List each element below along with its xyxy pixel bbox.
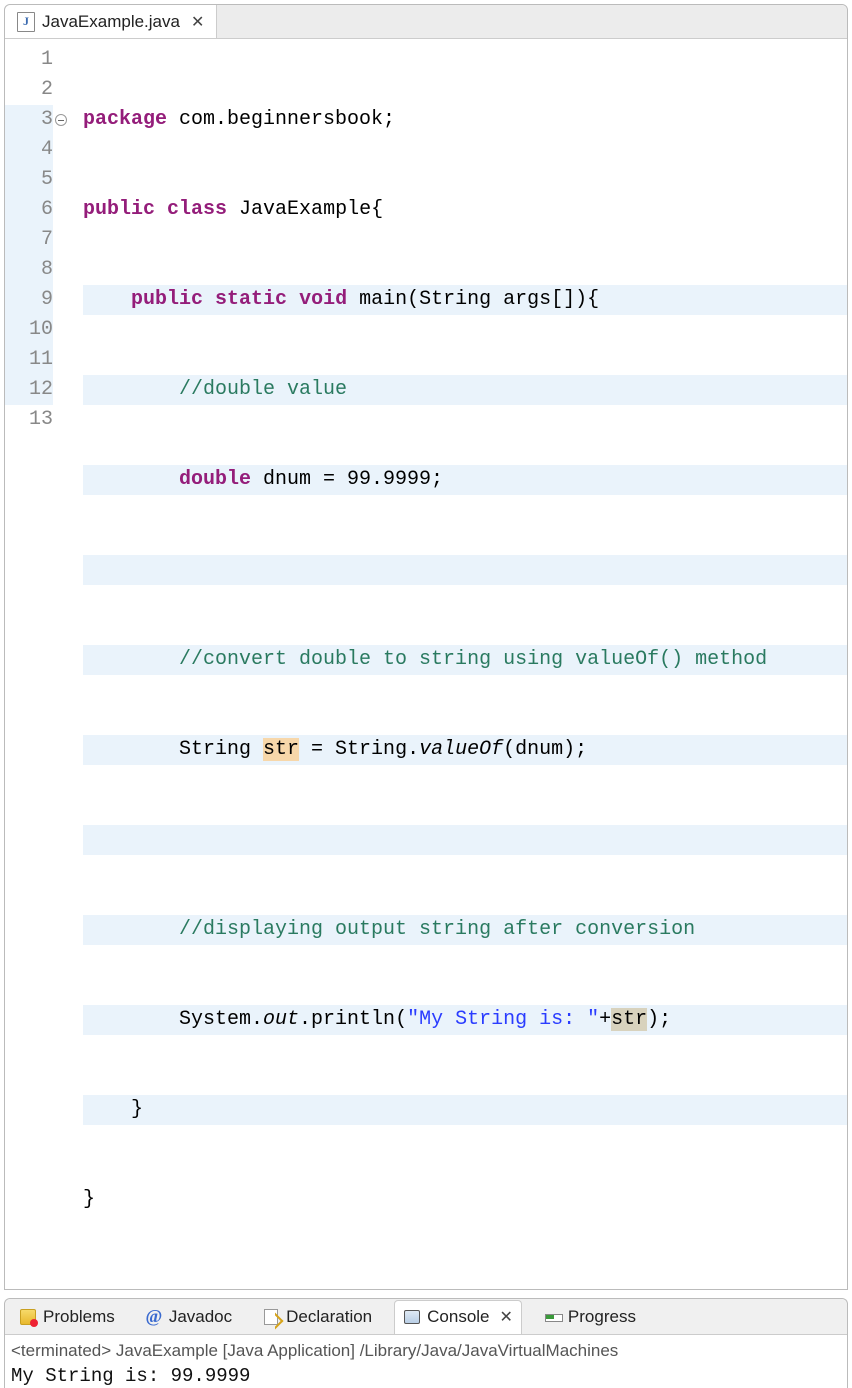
line-number: 1	[5, 45, 53, 75]
code-line: }	[83, 1095, 847, 1125]
tab-label: Problems	[43, 1307, 115, 1327]
line-number: 12	[5, 375, 53, 405]
code-line	[83, 555, 847, 585]
close-icon[interactable]: ✕	[500, 1307, 513, 1327]
line-number: 13	[5, 405, 53, 435]
line-number: 10	[5, 315, 53, 345]
line-number: 11	[5, 345, 53, 375]
code-content[interactable]: package com.beginnersbook; public class …	[61, 39, 847, 1281]
javadoc-icon: @	[145, 1308, 163, 1326]
tab-declaration[interactable]: Declaration	[254, 1299, 380, 1334]
code-line: public static void main(String args[]){	[83, 285, 847, 315]
line-number: 2	[5, 75, 53, 105]
java-file-icon	[17, 12, 35, 32]
tab-problems[interactable]: Problems	[11, 1299, 123, 1334]
console-body: <terminated> JavaExample [Java Applicati…	[5, 1335, 847, 1388]
tab-javadoc[interactable]: @ Javadoc	[137, 1299, 240, 1334]
close-icon[interactable]: ✕	[191, 12, 204, 32]
line-number: 7	[5, 225, 53, 255]
code-line: //convert double to string using valueOf…	[83, 645, 847, 675]
declaration-icon	[264, 1309, 278, 1325]
code-line	[83, 825, 847, 855]
bottom-tab-bar: Problems @ Javadoc Declaration Console ✕…	[5, 1299, 847, 1335]
highlight-occurrence: str	[263, 738, 299, 761]
tab-progress[interactable]: Progress	[536, 1299, 644, 1334]
line-number: 6	[5, 195, 53, 225]
code-line: package com.beginnersbook;	[83, 105, 847, 135]
bottom-panel: Problems @ Javadoc Declaration Console ✕…	[4, 1298, 848, 1388]
line-number: 5	[5, 165, 53, 195]
highlight-occurrence: str	[611, 1008, 647, 1031]
code-line: //displaying output string after convers…	[83, 915, 847, 945]
editor-tab-javaexample[interactable]: JavaExample.java ✕	[5, 5, 217, 38]
console-status: <terminated> JavaExample [Java Applicati…	[11, 1339, 841, 1363]
line-number-gutter: 1 2 3 4 5 6 7 8 9 10 11 12 13	[5, 39, 61, 1281]
code-line: }	[83, 1185, 847, 1215]
tab-console[interactable]: Console ✕	[394, 1300, 522, 1335]
line-number: 3	[5, 105, 53, 135]
progress-icon	[545, 1310, 561, 1324]
editor-tab-bar: JavaExample.java ✕	[5, 5, 847, 39]
code-line: public class JavaExample{	[83, 195, 847, 225]
tab-label: Javadoc	[169, 1307, 232, 1327]
console-icon	[404, 1310, 420, 1324]
tab-label: Progress	[568, 1307, 636, 1327]
code-line: //double value	[83, 375, 847, 405]
line-number: 9	[5, 285, 53, 315]
code-line: System.out.println("My String is: "+str)…	[83, 1005, 847, 1035]
line-number: 8	[5, 255, 53, 285]
console-output: My String is: 99.9999	[11, 1363, 841, 1387]
problems-icon	[20, 1309, 36, 1325]
fold-collapse-icon[interactable]	[55, 114, 67, 126]
code-line: double dnum = 99.9999;	[83, 465, 847, 495]
tab-label: Console	[427, 1307, 489, 1327]
tab-label: Declaration	[286, 1307, 372, 1327]
line-number: 4	[5, 135, 53, 165]
code-line: String str = String.valueOf(dnum);	[83, 735, 847, 765]
editor-panel: JavaExample.java ✕ 1 2 3 4 5 6 7 8 9 10 …	[4, 4, 848, 1290]
code-area[interactable]: 1 2 3 4 5 6 7 8 9 10 11 12 13 package co…	[5, 39, 847, 1289]
editor-tab-label: JavaExample.java	[42, 12, 180, 32]
